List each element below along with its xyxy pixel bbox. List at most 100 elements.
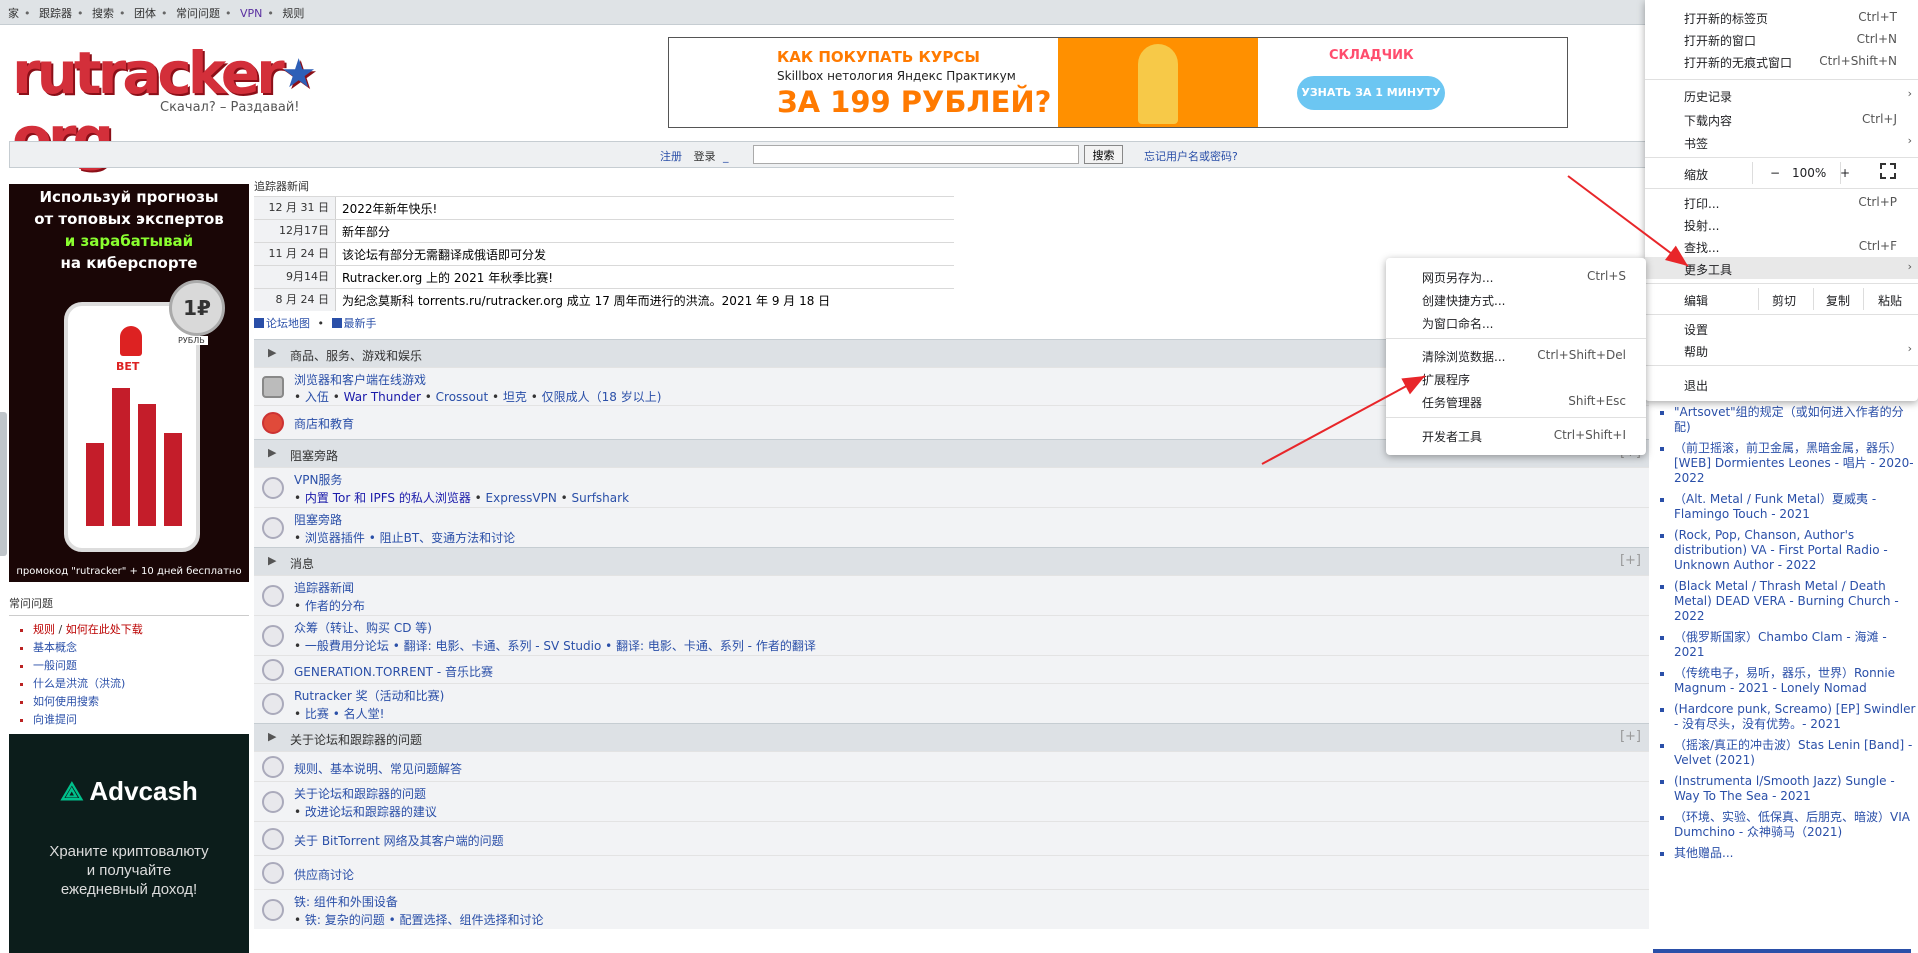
- menu-print[interactable]: 打印... Ctrl+P: [1645, 191, 1918, 213]
- submenu-save-page[interactable]: 网页另存为... Ctrl+S: [1386, 265, 1646, 287]
- nav-vpn[interactable]: VPN: [240, 7, 262, 20]
- menu-history[interactable]: 历史记录 ›: [1645, 84, 1918, 106]
- register-link[interactable]: 注册: [660, 150, 682, 163]
- faq-link-search[interactable]: 如何使用搜索: [33, 695, 99, 708]
- news-link[interactable]: 2022年新年快乐!: [336, 200, 437, 217]
- release-link[interactable]: (Rock, Pop, Chanson, Author's distributi…: [1674, 528, 1918, 573]
- subforum-link[interactable]: Crossout: [436, 390, 489, 404]
- nav-home[interactable]: 家: [8, 7, 19, 20]
- menu-find[interactable]: 查找... Ctrl+F: [1645, 235, 1918, 257]
- subforum-link[interactable]: War Thunder: [344, 390, 421, 404]
- subforum-link[interactable]: 作者的分布: [305, 599, 365, 613]
- menu-help[interactable]: 帮助 ›: [1645, 339, 1918, 361]
- zoom-in-button[interactable]: +: [1840, 166, 1850, 180]
- more-freebies-link[interactable]: 其他赠品...: [1674, 846, 1918, 861]
- forum-link[interactable]: 阻塞旁路: [294, 511, 342, 528]
- release-link[interactable]: （环境、实验、低保真、后朋克、暗波）VIA Dumchino - 众神骑马（20…: [1674, 810, 1918, 840]
- forum-link[interactable]: 商店和教育: [294, 415, 354, 432]
- expand-plus-button[interactable]: [+]: [1620, 553, 1641, 568]
- search-input[interactable]: [753, 145, 1079, 164]
- release-link[interactable]: （摇滚/真正的冲击波）Stas Lenin [Band] - Velvet (2…: [1674, 738, 1918, 768]
- forum-link[interactable]: 关于论坛和跟踪器的问题: [294, 785, 426, 802]
- menu-cut[interactable]: 剪切: [1758, 288, 1813, 310]
- release-link[interactable]: （俄罗斯国家）Chambo Clam - 海滩 - 2021: [1674, 630, 1918, 660]
- release-link[interactable]: (Hardcore punk, Screamo) [EP] Swindler -…: [1674, 702, 1918, 732]
- news-link[interactable]: 该论坛有部分无需翻译成俄语即可分发: [336, 246, 546, 263]
- release-link[interactable]: "Artsovet"组的规定（或如何进入作者的分配): [1674, 405, 1918, 435]
- menu-incognito[interactable]: 打开新的无痕式窗口 Ctrl+Shift+N: [1645, 50, 1918, 72]
- subforum-link[interactable]: 内置 Tor 和 IPFS 的私人浏览器: [305, 491, 471, 505]
- subforum-link[interactable]: 仅限成人（18 岁以上): [542, 390, 662, 404]
- search-button[interactable]: 搜索: [1084, 145, 1123, 164]
- faq-link-ask[interactable]: 向谁提问: [33, 713, 77, 726]
- release-link[interactable]: (Instrumenta l/Smooth Jazz) Sungle - Way…: [1674, 774, 1918, 804]
- top-banner-ad[interactable]: КАК ПОКУПАТЬ КУРСЫ Skillbox нетология Ян…: [668, 37, 1568, 128]
- menu-settings[interactable]: 设置: [1645, 317, 1918, 339]
- menu-new-window[interactable]: 打开新的窗口 Ctrl+N: [1645, 28, 1918, 50]
- forum-link[interactable]: 规则、基本说明、常见问题解答: [294, 760, 462, 777]
- subforum-link[interactable]: 改进论坛和跟踪器的建议: [305, 805, 437, 819]
- news-link[interactable]: 为纪念莫斯科 torrents.ru/rutracker.org 成立 17 周…: [336, 292, 830, 309]
- advcash-ad[interactable]: ⟁ Advcash Храните криптовалюту и получайт…: [9, 734, 249, 953]
- release-link[interactable]: （前卫摇滚，前卫金属，黑暗金属，器乐）[WEB] Dormientes Leon…: [1674, 441, 1918, 486]
- forum-link[interactable]: 追踪器新闻: [294, 579, 354, 596]
- nav-rules[interactable]: 规则: [282, 7, 304, 20]
- forum-link[interactable]: 浏览器和客户端在线游戏: [294, 371, 426, 388]
- expand-plus-button[interactable]: [+]: [1620, 729, 1641, 744]
- forum-link[interactable]: 铁: 组件和外围设备: [294, 893, 398, 910]
- banner-cta-button[interactable]: УЗНАТЬ ЗА 1 МИНУТУ: [1297, 76, 1445, 110]
- release-link[interactable]: （Alt. Metal / Funk Metal）夏威夷 - Flamingo …: [1674, 492, 1918, 522]
- submenu-create-shortcut[interactable]: 创建快捷方式...: [1386, 288, 1646, 310]
- nav-groups[interactable]: 团体: [134, 7, 156, 20]
- forgot-password-link[interactable]: 忘记用户名或密码?: [1144, 148, 1238, 164]
- forum-link[interactable]: 关于 BitTorrent 网络及其客户端的问题: [294, 832, 504, 849]
- subforum-link[interactable]: 铁: 复杂的问题 • 配置选择、组件选择和讨论: [305, 913, 544, 927]
- menu-cast[interactable]: 投射...: [1645, 213, 1918, 235]
- forum-map-link[interactable]: 论坛地图: [266, 317, 310, 330]
- faq-link-rules[interactable]: 规则: [33, 623, 55, 636]
- side-panel-handle[interactable]: [0, 412, 7, 556]
- faq-link-general[interactable]: 一般问题: [33, 659, 77, 672]
- release-link[interactable]: （传统电子，易听，器乐，世界）Ronnie Magnum - 2021 - Lo…: [1674, 666, 1918, 696]
- menu-exit[interactable]: 退出: [1645, 373, 1918, 395]
- category-header[interactable]: ▶ 关于论坛和跟踪器的问题 [+]: [254, 723, 1649, 751]
- release-link[interactable]: (Black Metal / Thrash Metal / Death Meta…: [1674, 579, 1918, 624]
- submenu-name-window[interactable]: 为窗口命名...: [1386, 311, 1646, 333]
- submenu-dev-tools[interactable]: 开发者工具 Ctrl+Shift+I: [1386, 424, 1646, 446]
- nav-search[interactable]: 搜索: [92, 7, 114, 20]
- nav-faq[interactable]: 常问问题: [176, 7, 220, 20]
- menu-more-tools[interactable]: 更多工具 ›: [1645, 257, 1918, 279]
- submenu-clear-data[interactable]: 清除浏览数据... Ctrl+Shift+Del: [1386, 344, 1646, 366]
- login-link[interactable]: 登录: [694, 150, 716, 163]
- newest-link[interactable]: 最新手: [344, 317, 377, 330]
- site-logo[interactable]: rutracker★org Скачал? – Раздавай!: [12, 44, 342, 167]
- subforum-link[interactable]: 浏览器插件 • 阻止BT、变通方法和讨论: [305, 531, 515, 545]
- subforum-link[interactable]: 比赛 • 名人堂!: [305, 707, 385, 721]
- submenu-task-manager[interactable]: 任务管理器 Shift+Esc: [1386, 390, 1646, 412]
- faq-link-basics[interactable]: 基本概念: [33, 641, 77, 654]
- subforum-link[interactable]: Surfshark: [572, 491, 629, 505]
- menu-bookmarks[interactable]: 书签 ›: [1645, 131, 1918, 153]
- menu-copy[interactable]: 复制: [1813, 288, 1863, 310]
- subforum-link[interactable]: 坦克: [503, 390, 527, 404]
- menu-new-tab[interactable]: 打开新的标签页 Ctrl+T: [1645, 6, 1918, 28]
- forum-link[interactable]: Rutracker 奖（活动和比赛): [294, 687, 444, 704]
- menu-paste[interactable]: 粘贴: [1863, 288, 1918, 310]
- fullscreen-icon[interactable]: [1880, 163, 1896, 179]
- news-link[interactable]: Rutracker.org 上的 2021 年秋季比赛!: [336, 269, 553, 286]
- forum-link[interactable]: VPN服务: [294, 471, 342, 488]
- subforum-link[interactable]: 一般費用分论坛 • 翻译: 电影、卡通、系列 - SV Studio • 翻译:…: [305, 639, 816, 653]
- category-header[interactable]: ▶ 消息 [+]: [254, 547, 1649, 575]
- subforum-link[interactable]: ExpressVPN: [486, 491, 557, 505]
- zoom-out-button[interactable]: −: [1770, 166, 1780, 180]
- subforum-link[interactable]: 入伍: [305, 390, 329, 404]
- left-betting-ad[interactable]: Используй прогнозы от топовых экспертов …: [9, 184, 249, 582]
- faq-link-download[interactable]: 如何在此处下载: [66, 623, 143, 636]
- submenu-extensions[interactable]: 扩展程序: [1386, 367, 1646, 389]
- menu-downloads[interactable]: 下载内容 Ctrl+J: [1645, 108, 1918, 130]
- news-link[interactable]: 新年部分: [336, 223, 390, 240]
- nav-tracker[interactable]: 跟踪器: [39, 7, 72, 20]
- forum-link[interactable]: GENERATION.TORRENT - 音乐比赛: [294, 663, 493, 680]
- forum-link[interactable]: 供应商讨论: [294, 866, 354, 883]
- forum-link[interactable]: 众筹（转让、购买 CD 等): [294, 619, 432, 636]
